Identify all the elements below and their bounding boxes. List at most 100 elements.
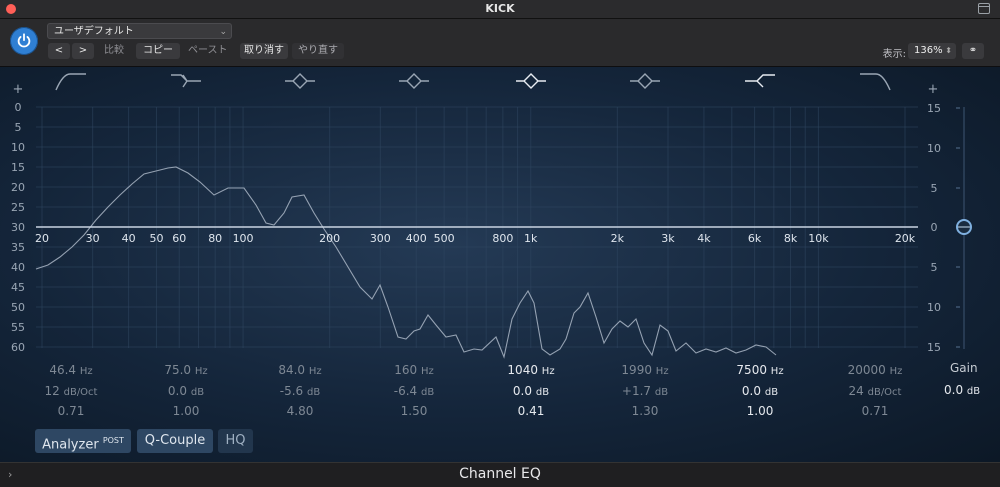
band-frequency[interactable]: 20000 Hz: [820, 363, 930, 377]
band-frequency-value: 84.0: [278, 363, 306, 377]
band-frequency[interactable]: 46.4 Hz: [16, 363, 126, 377]
frequency-label: 3k: [661, 232, 675, 245]
high-cut-icon[interactable]: [858, 70, 892, 92]
next-preset-button[interactable]: >: [72, 43, 94, 59]
frequency-label: 10k: [808, 232, 829, 245]
band-gain[interactable]: -6.4 dB: [359, 384, 469, 398]
band-frequency-unit: Hz: [308, 366, 322, 377]
frequency-label: 500: [434, 232, 455, 245]
frequency-label: 200: [319, 232, 340, 245]
undo-button[interactable]: 取り消す: [240, 43, 288, 59]
band-gain[interactable]: 24 dB/Oct: [820, 384, 930, 398]
eq-graph[interactable]: 051015202530354045505560+ +1510505101520 3…: [0, 67, 1000, 462]
frequency-label: 20: [35, 232, 49, 245]
analyzer-spectrum: [35, 166, 777, 359]
bell-icon[interactable]: [397, 70, 431, 92]
band-frequency[interactable]: 1990 Hz: [590, 363, 700, 377]
band-gain[interactable]: 0.0 dB: [131, 384, 241, 398]
band-frequency-value: 7500: [736, 363, 767, 377]
band-q[interactable]: 4.80: [245, 404, 355, 418]
preset-dropdown[interactable]: ユーザデフォルト ⌄: [47, 23, 232, 39]
link-button[interactable]: ⚭: [962, 43, 984, 59]
band-frequency-unit: Hz: [541, 366, 555, 377]
band-frequency[interactable]: 160 Hz: [359, 363, 469, 377]
right-scale-label: 10: [927, 142, 941, 155]
bell-icon[interactable]: [514, 70, 548, 92]
left-scale-label: 0: [15, 101, 22, 114]
zoom-label: 表示:: [882, 49, 906, 60]
band-q[interactable]: 0.71: [16, 404, 126, 418]
band-gain[interactable]: 12 dB/Oct: [16, 384, 126, 398]
band-frequency[interactable]: 75.0 Hz: [131, 363, 241, 377]
frequency-label: 8k: [784, 232, 798, 245]
high-shelf-icon[interactable]: [743, 70, 777, 92]
band-gain-value: +1.7: [621, 384, 652, 398]
plugin-name: Channel EQ: [459, 466, 541, 482]
band-q-value: 1.50: [400, 404, 428, 418]
band-q-value: 0.41: [517, 404, 545, 418]
band-gain-unit: dB: [764, 387, 779, 398]
power-button[interactable]: [10, 27, 38, 55]
band-gain-unit: dB: [535, 387, 550, 398]
band-frequency-value: 1990: [621, 363, 652, 377]
bell-icon[interactable]: [628, 70, 662, 92]
band-frequency-value: 20000: [847, 363, 886, 377]
plus-icon: +: [928, 82, 939, 97]
band-q[interactable]: 0.71: [820, 404, 930, 418]
band-gain-value: 0.0: [512, 384, 533, 398]
band-q[interactable]: 1.00: [705, 404, 815, 418]
copy-button[interactable]: コピー: [136, 43, 180, 59]
zoom-stepper[interactable]: 136% ⬍: [908, 43, 956, 59]
band-frequency-unit: Hz: [79, 366, 93, 377]
power-icon: [17, 33, 31, 48]
right-scale-label: 10: [927, 301, 941, 314]
band-q-value: 0.71: [861, 404, 889, 418]
link-icon: ⚭: [968, 45, 978, 56]
low-cut-icon[interactable]: [54, 70, 88, 92]
band-frequency[interactable]: 84.0 Hz: [245, 363, 355, 377]
band-frequency[interactable]: 7500 Hz: [705, 363, 815, 377]
q-couple-button[interactable]: Q-Couple: [137, 429, 213, 453]
window-title: KICK: [485, 2, 515, 15]
prev-preset-button[interactable]: <: [48, 43, 70, 59]
band-gain-unit: dB: [654, 387, 669, 398]
band-frequency-unit: Hz: [194, 366, 208, 377]
band-q-value: 1.00: [172, 404, 200, 418]
band-gain-value: 24: [848, 384, 864, 398]
left-scale-label: 55: [11, 321, 25, 334]
band-q[interactable]: 1.50: [359, 404, 469, 418]
right-scale-label: 15: [927, 102, 941, 115]
band-gain-unit: dB: [307, 387, 321, 398]
gain-value[interactable]: 0.0 dB: [944, 383, 980, 397]
zoom-value: 136%: [914, 45, 943, 56]
analyzer-button[interactable]: Analyzer POST: [35, 429, 131, 453]
redo-button[interactable]: やり直す: [292, 43, 344, 59]
window-layout-icon[interactable]: [978, 3, 990, 14]
frequency-label: 40: [122, 232, 136, 245]
band-q[interactable]: 0.41: [476, 404, 586, 418]
footer-bar: › Channel EQ: [0, 462, 1000, 487]
bell-icon[interactable]: [283, 70, 317, 92]
band-gain[interactable]: 0.0 dB: [476, 384, 586, 398]
band-gain[interactable]: 0.0 dB: [705, 384, 815, 398]
left-scale-label: 20: [11, 181, 25, 194]
frequency-label: 50: [149, 232, 163, 245]
hq-button[interactable]: HQ: [218, 429, 253, 453]
band-gain[interactable]: -5.6 dB: [245, 384, 355, 398]
frequency-label: 20k: [895, 232, 916, 245]
band-gain[interactable]: +1.7 dB: [590, 384, 700, 398]
toolbar: ユーザデフォルト ⌄ < > 比較 コピー ペースト 取り消す やり直す 表示:…: [0, 19, 1000, 67]
band-frequency-unit: Hz: [420, 366, 434, 377]
compare-button[interactable]: 比較: [104, 43, 124, 59]
analyzer-label: Analyzer: [42, 437, 99, 453]
band-q[interactable]: 1.00: [131, 404, 241, 418]
paste-button[interactable]: ペースト: [188, 43, 228, 59]
band-q[interactable]: 1.30: [590, 404, 700, 418]
low-shelf-icon[interactable]: [169, 70, 203, 92]
left-scale-label: 40: [11, 261, 25, 274]
band-frequency[interactable]: 1040 Hz: [476, 363, 586, 377]
right-scale-label: 0: [931, 221, 938, 234]
band-frequency-unit: Hz: [655, 366, 669, 377]
chevron-down-icon: ⌄: [219, 27, 227, 37]
left-scale-label: 45: [11, 281, 25, 294]
